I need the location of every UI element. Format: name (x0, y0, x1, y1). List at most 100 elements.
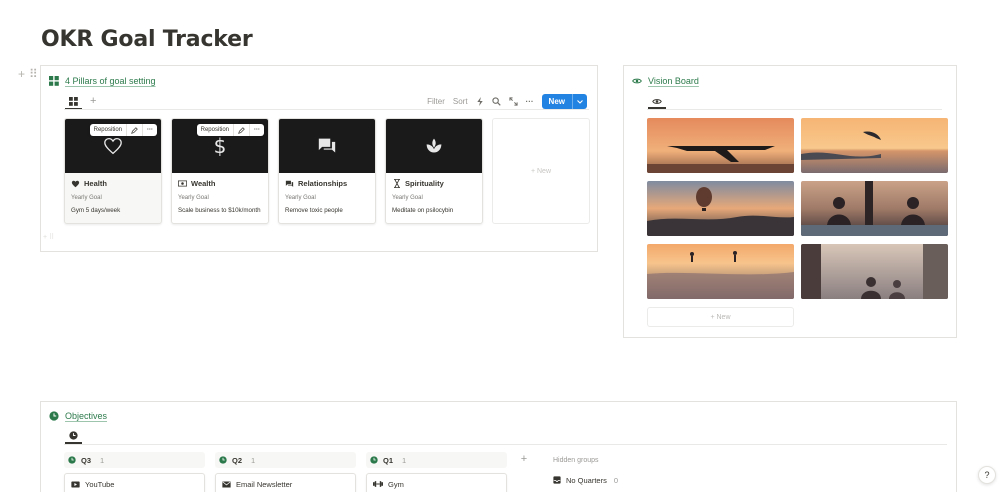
more-options-icon[interactable]: ··· (142, 124, 157, 136)
tab-board-view[interactable] (65, 430, 82, 444)
card-hover-tools: Reposition ··· (89, 124, 157, 136)
mail-icon (222, 481, 231, 487)
pillars-toolbar: Filter Sort ··· New (427, 94, 587, 109)
card-prop-value: Meditate on psilocybin (392, 207, 454, 214)
hidden-group-no-quarters[interactable]: No Quarters 0 (553, 473, 663, 487)
column-header[interactable]: Q3 1 (64, 452, 205, 468)
board-card[interactable]: YouTube (64, 473, 205, 492)
clock-icon (69, 430, 78, 440)
tab-gallery-view[interactable] (65, 96, 82, 110)
card-wealth[interactable]: $ Reposition ··· Wealth Yearly Goal Scal… (171, 118, 269, 224)
automation-icon[interactable] (476, 97, 484, 106)
card-prop-label: Yearly Goal (285, 195, 316, 201)
column-header[interactable]: Q1 1 (366, 452, 507, 468)
card-name-text: Spirituality (405, 179, 444, 188)
objectives-board: Q3 1 YouTube Q2 1 Email Newsletter Q1 1 … (64, 452, 663, 492)
help-button[interactable]: ? (978, 466, 996, 484)
clock-icon (370, 456, 378, 464)
tab-divider (64, 444, 947, 445)
hidden-groups-title: Hidden groups (553, 456, 599, 464)
eye-icon (632, 76, 642, 86)
video-icon (71, 481, 80, 487)
pillars-title[interactable]: 4 Pillars of goal setting (49, 76, 156, 86)
add-group-icon[interactable]: + (517, 452, 531, 492)
clock-icon (49, 411, 59, 421)
block-handles[interactable]: + ⠿ (18, 67, 42, 81)
card-spirituality[interactable]: Spirituality Yearly Goal Meditate on psi… (385, 118, 483, 224)
drag-handle-icon[interactable]: ⠿ (29, 67, 38, 81)
objectives-database: Objectives Q3 1 YouTube Q2 1 Email Newsl… (40, 401, 957, 492)
money-icon (178, 179, 187, 188)
pillars-title-text: 4 Pillars of goal setting (65, 76, 156, 86)
card-prop-value: Gym 5 days/week (71, 207, 121, 214)
tab-vision-view[interactable] (648, 98, 666, 109)
inbox-icon (553, 476, 561, 484)
photo-sea-sunset-swimmers[interactable] (647, 244, 794, 299)
dumbbell-icon (373, 481, 383, 487)
eye-icon (652, 98, 662, 104)
photo-hot-air-balloon[interactable] (647, 181, 794, 236)
board-card-title: Email Newsletter (236, 479, 293, 489)
card-cover (279, 119, 375, 173)
board-column-q3: Q3 1 YouTube (64, 452, 205, 492)
expand-icon[interactable] (508, 97, 518, 106)
new-button[interactable]: New (541, 94, 587, 109)
card-title: Relationships (279, 173, 375, 188)
card-name-text: Wealth (191, 179, 216, 188)
objectives-title[interactable]: Objectives (49, 411, 107, 421)
edit-icon[interactable] (126, 124, 142, 136)
card-hover-tools: Reposition ··· (196, 124, 264, 136)
clock-icon (68, 456, 76, 464)
photo-meditation-pool[interactable] (801, 181, 948, 236)
new-button-label: New (548, 97, 565, 106)
hidden-group-count: 0 (613, 475, 619, 485)
reposition-button[interactable]: Reposition (90, 124, 126, 136)
sort-button[interactable]: Sort (453, 97, 468, 106)
faint-block-handles: + ⠿ (43, 234, 55, 241)
column-count: 1 (402, 455, 407, 465)
column-name: Q1 (383, 455, 394, 465)
board-column-q1: Q1 1 Gym (366, 452, 507, 492)
card-prop-label: Yearly Goal (71, 195, 102, 201)
reposition-button[interactable]: Reposition (197, 124, 233, 136)
hidden-groups: Hidden groups No Quarters 0 (553, 452, 663, 492)
pillars-cards: Reposition ··· Health Yearly Goal Gym 5 … (64, 118, 590, 224)
add-block-icon[interactable]: + (18, 67, 25, 81)
edit-icon[interactable] (233, 124, 249, 136)
card-prop-value: Remove toxic people (285, 207, 343, 214)
board-card-title: Gym (388, 479, 404, 489)
card-health[interactable]: Reposition ··· Health Yearly Goal Gym 5 … (64, 118, 162, 224)
card-relationships[interactable]: Relationships Yearly Goal Remove toxic p… (278, 118, 376, 224)
tab-divider (64, 109, 589, 110)
board-card[interactable]: Email Newsletter (215, 473, 356, 492)
column-header[interactable]: Q2 1 (215, 452, 356, 468)
new-card-button[interactable]: + New (492, 118, 590, 224)
pillars-database: 4 Pillars of goal setting + Filter Sort … (40, 65, 598, 252)
card-prop-label: Yearly Goal (392, 195, 423, 201)
photo-dolphin-jump[interactable] (801, 118, 948, 173)
objectives-title-text: Objectives (65, 411, 108, 421)
chat-bubbles-icon (285, 179, 294, 188)
photo-airplane-sunset[interactable] (647, 118, 794, 173)
new-photo-button[interactable]: + New (647, 307, 794, 327)
card-prop-value: Scale business to $10k/month (178, 207, 261, 214)
vision-view-tabs (648, 93, 666, 109)
clock-icon (219, 456, 227, 464)
filter-button[interactable]: Filter (427, 97, 445, 106)
more-options-icon[interactable]: ··· (526, 97, 534, 106)
heart-pulse-icon (71, 179, 80, 188)
vision-board-title[interactable]: Vision Board (632, 76, 699, 86)
more-options-icon[interactable]: ··· (249, 124, 264, 136)
chevron-down-icon[interactable] (572, 94, 587, 109)
board-card[interactable]: Gym (366, 473, 507, 492)
card-prop-label: Yearly Goal (178, 195, 209, 201)
chat-icon (318, 138, 336, 153)
column-count: 1 (251, 455, 256, 465)
column-count: 1 (100, 455, 105, 465)
search-icon[interactable] (491, 97, 501, 106)
vision-board-title-text: Vision Board (648, 76, 699, 86)
add-view-icon[interactable]: + (90, 95, 96, 107)
photo-balcony-view[interactable] (801, 244, 948, 299)
lotus-icon (426, 138, 442, 153)
card-name-text: Health (84, 179, 107, 188)
